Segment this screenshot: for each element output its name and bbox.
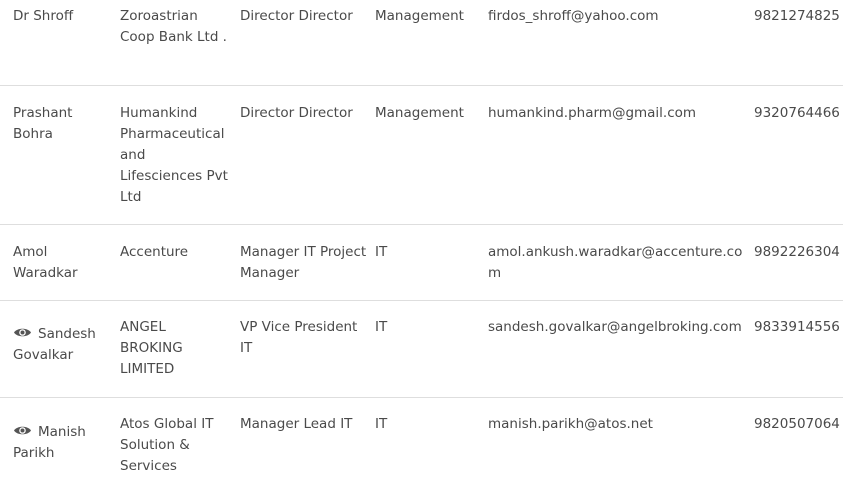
- contact-email[interactable]: firdos_shroff@yahoo.com: [488, 6, 748, 27]
- contact-department: IT: [375, 319, 388, 335]
- contact-company: Atos Global IT Solution & Services: [120, 416, 214, 474]
- contact-phone: 9892226304: [754, 244, 840, 260]
- contact-department: Management: [375, 8, 464, 24]
- contact-email[interactable]: manish.parikh@atos.net: [488, 414, 748, 435]
- contact-company: Humankind Pharmaceutical and Lifescience…: [120, 105, 228, 205]
- contact-title: VP Vice President IT: [240, 319, 358, 356]
- contact-phone: 9833914556: [754, 319, 840, 335]
- contact-company: Zoroastrian Coop Bank Ltd .: [120, 6, 230, 48]
- table-row: Dr Shroff Zoroastrian Coop Bank Ltd . Di…: [0, 0, 843, 86]
- eye-icon[interactable]: [13, 423, 32, 436]
- contact-company: ANGEL BROKING LIMITED: [120, 319, 183, 377]
- contact-title: Manager IT Project Manager: [240, 244, 367, 281]
- contact-phone: 9820507064: [754, 416, 840, 432]
- contact-title: Manager Lead IT: [240, 416, 353, 432]
- contact-name[interactable]: Dr Shroff: [13, 6, 113, 27]
- contact-name[interactable]: Prashant Bohra: [13, 103, 113, 145]
- table-row: Amol Waradkar Accenture Manager IT Proje…: [0, 225, 843, 301]
- contact-email[interactable]: humankind.pharm@gmail.com: [488, 103, 748, 124]
- contact-phone: 9320764466: [754, 105, 840, 121]
- table-row: Manish Parikh Atos Global IT Solution & …: [0, 398, 843, 486]
- company-name: Zoroastrian Coop Bank Ltd .: [120, 8, 227, 45]
- contact-company: Accenture: [120, 244, 189, 260]
- contact-name[interactable]: Sandesh Govalkar: [13, 324, 109, 366]
- contact-department: IT: [375, 244, 388, 260]
- contact-email[interactable]: amol.ankush.waradkar@accenture.com: [488, 242, 748, 284]
- table-row: Sandesh Govalkar ANGEL BROKING LIMITED V…: [0, 301, 843, 398]
- contact-email[interactable]: sandesh.govalkar@angelbroking.com: [488, 317, 748, 338]
- contact-title: Director Director: [240, 8, 353, 24]
- contact-name[interactable]: Manish Parikh: [13, 422, 109, 464]
- table-row: Prashant Bohra Humankind Pharmaceutical …: [0, 86, 843, 225]
- contact-phone: 9821274825: [754, 8, 840, 24]
- contact-department: IT: [375, 416, 388, 432]
- contact-name[interactable]: Amol Waradkar: [13, 242, 113, 284]
- eye-icon[interactable]: [13, 325, 32, 338]
- contact-title: Director Director: [240, 105, 353, 121]
- contact-department: Management: [375, 105, 464, 121]
